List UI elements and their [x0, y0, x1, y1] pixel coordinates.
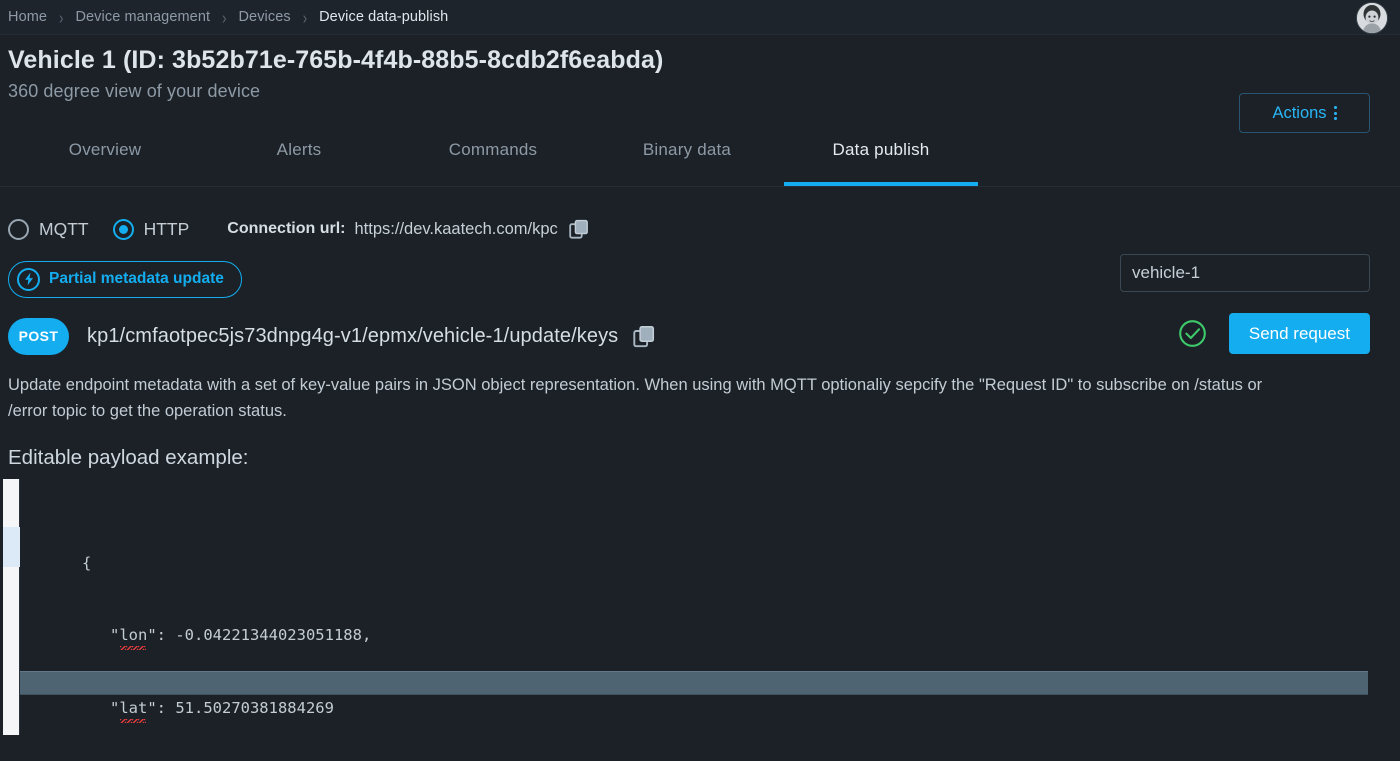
- connection-url-value: https://dev.kaatech.com/kpc: [354, 219, 558, 238]
- actions-button-label: Actions: [1272, 103, 1327, 122]
- radio-mqtt[interactable]: MQTT: [8, 218, 89, 240]
- tab-label: Alerts: [276, 140, 322, 159]
- radio-circle-selected-icon: [112, 218, 134, 240]
- tab-alerts[interactable]: Alerts: [202, 132, 396, 186]
- page-header: Vehicle 1 (ID: 3b52b71e-765b-4f4b-88b5-8…: [0, 35, 1400, 133]
- breadcrumb-item-home[interactable]: Home: [8, 9, 47, 25]
- tab-commands[interactable]: Commands: [396, 132, 590, 186]
- breadcrumb-separator: ›: [222, 6, 227, 28]
- payload-section-title: Editable payload example:: [8, 446, 249, 470]
- copy-icon[interactable]: [633, 325, 655, 348]
- breadcrumb-bar: Home › Device management › Devices › Dev…: [0, 0, 1400, 35]
- endpoint-name-input[interactable]: [1120, 254, 1370, 292]
- tab-label: Overview: [68, 140, 142, 159]
- vertical-dots-icon: [1333, 106, 1337, 120]
- breadcrumb-item-devices[interactable]: Devices: [238, 9, 290, 25]
- partial-metadata-update-badge[interactable]: Partial metadata update: [8, 260, 242, 298]
- radio-http[interactable]: HTTP: [112, 218, 190, 240]
- breadcrumb-separator: ›: [302, 6, 308, 28]
- radio-mqtt-label: MQTT: [39, 218, 89, 239]
- tab-bar: Overview Alerts Commands Binary data Dat…: [0, 132, 1400, 187]
- protocol-selector-row: MQTT HTTP Connection url: https://dev.ka…: [0, 187, 1400, 249]
- page-title: Vehicle 1 (ID: 3b52b71e-765b-4f4b-88b5-8…: [8, 46, 664, 74]
- endpoint-actions: Send request: [1178, 313, 1370, 354]
- tab-label: Binary data: [642, 140, 732, 159]
- code-line-active[interactable]: "lat": 51.50270381884269: [20, 671, 1368, 724]
- tab-overview[interactable]: Overview: [8, 132, 202, 186]
- bolt-glyph: [24, 272, 33, 286]
- code-line-text: {: [82, 554, 92, 573]
- send-request-button[interactable]: Send request: [1228, 313, 1370, 354]
- endpoint-path: kp1/cmfaotpec5js73dnpg4g-v1/epmx/vehicle…: [87, 324, 619, 347]
- code-line-text-lat: ": 51.50270381884269: [147, 699, 334, 718]
- code-line[interactable]: {: [20, 527, 1400, 572]
- copy-glyph: [633, 325, 655, 347]
- avatar-photo: [1357, 3, 1387, 33]
- radio-http-label: HTTP: [143, 218, 190, 239]
- code-line-text-lon: ": -0.04221344023051188,: [147, 626, 372, 645]
- copy-glyph: [569, 219, 588, 239]
- endpoint-row: POST kp1/cmfaotpec5js73dnpg4g-v1/epmx/ve…: [0, 309, 1400, 363]
- misspelled-word-lon: lon: [119, 623, 147, 651]
- misspelled-word-lat: lat: [119, 696, 147, 724]
- check-circle-glyph: [1179, 320, 1206, 347]
- actions-button[interactable]: Actions: [1239, 93, 1370, 133]
- copy-icon[interactable]: [569, 219, 589, 240]
- radio-circle-icon: [8, 218, 29, 240]
- connection-url-label: Connection url:: [227, 220, 346, 237]
- breadcrumb-separator: ›: [59, 6, 64, 28]
- operation-badge-row: Partial metadata update: [0, 249, 1400, 309]
- breadcrumb-item-device-management[interactable]: Device management: [75, 9, 210, 25]
- tab-data-publish[interactable]: Data publish: [784, 132, 978, 186]
- operation-description: Update endpoint metadata with a set of k…: [8, 376, 1263, 420]
- editor-scrollbar-thumb[interactable]: [3, 527, 20, 568]
- payload-code[interactable]: { "lon": -0.04221344023051188, "lat": 51…: [20, 479, 1400, 735]
- breadcrumb-item-device-data-publish[interactable]: Device data-publish: [319, 9, 448, 25]
- tab-label: Data publish: [832, 140, 930, 159]
- payload-editor[interactable]: { "lon": -0.04221344023051188, "lat": 51…: [0, 479, 1400, 736]
- avatar[interactable]: [1356, 2, 1388, 34]
- code-line[interactable]: "lon": -0.04221344023051188,: [20, 599, 1400, 651]
- page-subtitle: 360 degree view of your device: [8, 81, 261, 102]
- lightning-bolt-icon: [17, 267, 40, 291]
- tab-binary-data[interactable]: Binary data: [590, 132, 784, 186]
- editor-scrollbar[interactable]: [3, 479, 20, 736]
- http-method-badge[interactable]: POST: [8, 317, 69, 355]
- partial-metadata-update-label: Partial metadata update: [49, 270, 224, 287]
- tab-label: Commands: [448, 140, 538, 159]
- check-circle-icon[interactable]: [1178, 319, 1207, 348]
